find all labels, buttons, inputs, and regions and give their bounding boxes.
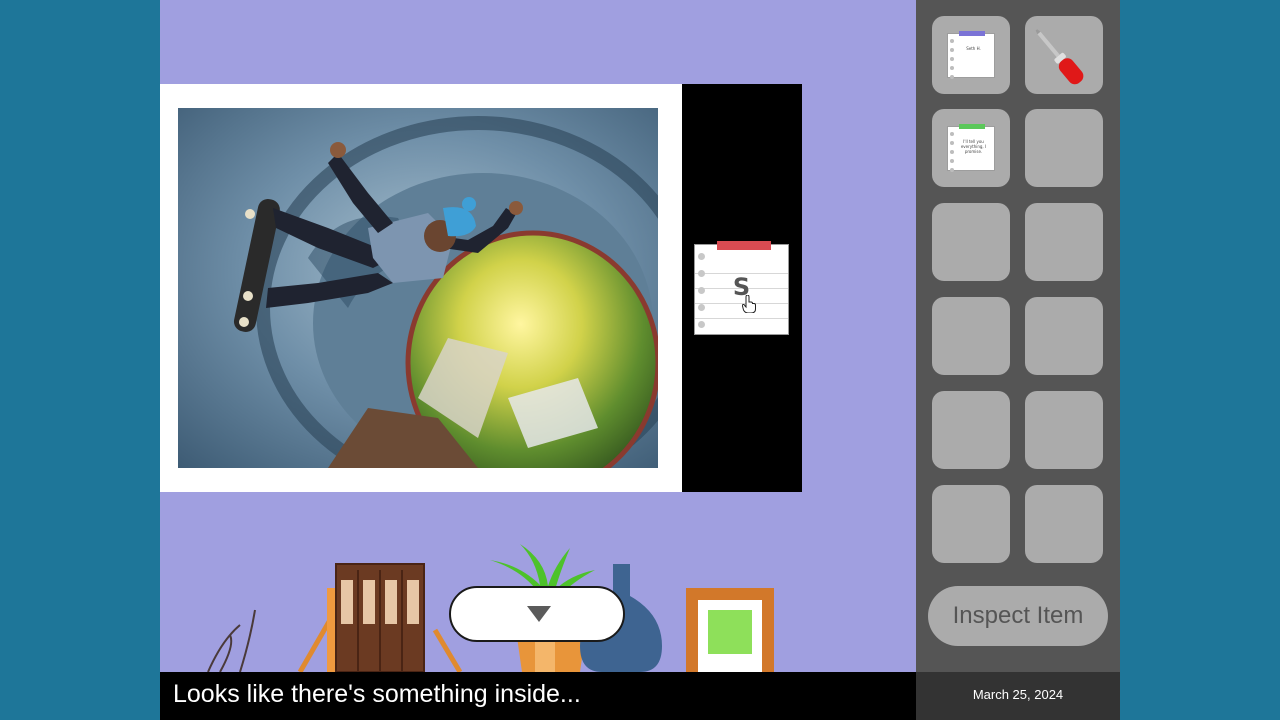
hand-cursor-icon [742, 295, 756, 313]
note-item-holes [950, 132, 954, 177]
screwdriver-icon [1035, 29, 1084, 85]
inventory-slot-10[interactable] [1025, 391, 1103, 469]
caption-text: Looks like there's something inside... [173, 680, 581, 708]
photo-frame [160, 84, 682, 492]
inventory-slot-4[interactable] [1025, 109, 1103, 187]
note-s[interactable]: S [694, 241, 789, 335]
note-item-tape [959, 31, 985, 36]
note-tape [717, 241, 771, 250]
inventory-slot-8[interactable] [1025, 297, 1103, 375]
inventory-slot-6[interactable] [1025, 203, 1103, 281]
note-item-icon: I'll tell you everything, I promise. [947, 124, 995, 172]
note-item-text: I'll tell you everything, I promise. [960, 139, 987, 154]
down-triangle-icon [527, 606, 551, 622]
note-item-text: Seth H. [966, 46, 981, 51]
inventory-slot-7[interactable] [932, 297, 1010, 375]
inspect-item-button[interactable]: Inspect Item [928, 586, 1108, 646]
inventory-slot-2[interactable] [1025, 16, 1103, 94]
down-arrow-button[interactable] [449, 586, 625, 642]
date-bar: March 25, 2024 [916, 672, 1120, 720]
inventory-slot-5[interactable] [932, 203, 1010, 281]
inventory-slot-11[interactable] [932, 485, 1010, 563]
note-item-tape [959, 124, 985, 129]
inventory-slot-3[interactable]: I'll tell you everything, I promise. [932, 109, 1010, 187]
game-scene: S [160, 0, 916, 720]
note-item-holes [950, 39, 954, 84]
caption-bar: Looks like there's something inside... [160, 672, 916, 720]
inventory-slot-9[interactable] [932, 391, 1010, 469]
skateboarder-photo [178, 108, 658, 468]
note-item-icon: Seth H. [947, 31, 995, 79]
inventory-slot-12[interactable] [1025, 485, 1103, 563]
date-text: March 25, 2024 [972, 687, 1064, 702]
inventory-panel: Seth H. I'll tell you everything, I prom… [916, 0, 1120, 672]
dark-panel: S [682, 84, 802, 492]
inventory-slot-1[interactable]: Seth H. [932, 16, 1010, 94]
